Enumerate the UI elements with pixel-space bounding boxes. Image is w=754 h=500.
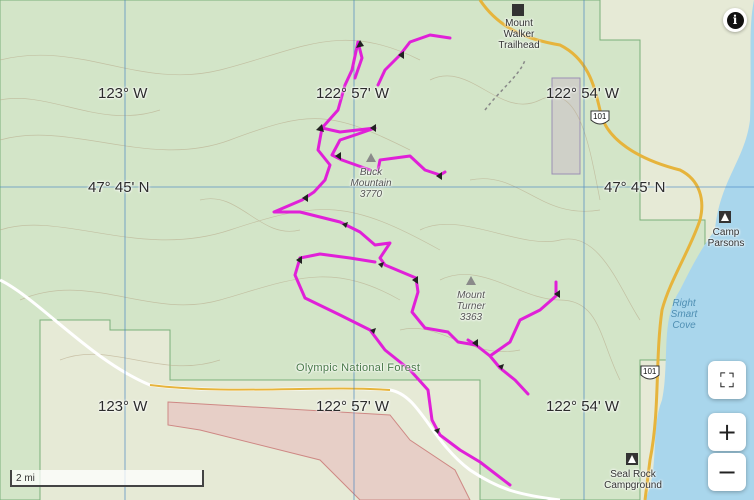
lon-label-123-bottom: 123° W [98, 398, 148, 415]
mount-walker-trailhead-label: Mount Walker Trailhead [494, 18, 544, 51]
buck-line2: Mountain [350, 178, 392, 189]
highway-101-top-label: 101 [593, 112, 607, 121]
camp-line1: Camp [712, 227, 740, 238]
topographic-map[interactable] [0, 0, 754, 500]
lat-label-right: 47° 45' N [604, 179, 666, 196]
trailhead-line2: Walker [503, 29, 535, 40]
fullscreen-button[interactable]: ⛶ [708, 361, 746, 399]
turner-line1: Mount [457, 290, 485, 301]
trailhead-line1: Mount [505, 18, 533, 29]
info-icon: i [726, 11, 744, 29]
cove-line2: Smart [670, 309, 698, 320]
info-button[interactable]: i [723, 8, 747, 32]
lon-label-12254-top: 122° 54' W [546, 85, 620, 102]
zoom-out-button[interactable]: − [708, 453, 746, 491]
turner-elevation: 3363 [459, 312, 483, 323]
seal-line2: Campground [604, 480, 662, 491]
cove-line1: Right [672, 298, 696, 309]
seal-rock-campground-label: Seal Rock Campground [598, 469, 668, 491]
camp-line2: Parsons [707, 238, 745, 249]
camp-parsons-label: Camp Parsons [704, 227, 748, 249]
trailhead-line3: Trailhead [498, 40, 540, 51]
seal-line1: Seal Rock [610, 469, 656, 480]
scale-label: 2 mi [16, 473, 35, 484]
fullscreen-icon: ⛶ [720, 368, 734, 392]
olympic-national-forest-label: Olympic National Forest [296, 362, 421, 374]
mount-turner-label: Mount Turner 3363 [446, 290, 496, 323]
trailhead-icon [512, 4, 524, 16]
lon-label-12254-bottom: 122° 54' W [546, 398, 620, 415]
highway-101-bottom-label: 101 [643, 367, 657, 376]
plus-icon: + [716, 418, 738, 446]
buck-line1: Buck [359, 167, 383, 178]
minus-icon: − [716, 458, 738, 486]
buck-mountain-label: Buck Mountain 3770 [346, 167, 396, 200]
turner-line2: Turner [456, 301, 486, 312]
scale-bar: 2 mi [10, 470, 204, 487]
lon-label-12257-bottom: 122° 57' W [316, 398, 390, 415]
lat-label-left: 47° 45' N [88, 179, 150, 196]
zoom-in-button[interactable]: + [708, 413, 746, 451]
lon-label-123-top: 123° W [98, 85, 148, 102]
right-smart-cove-label: Right Smart Cove [662, 298, 706, 331]
buck-elevation: 3770 [359, 189, 383, 200]
lon-label-12257-top: 122° 57' W [316, 85, 390, 102]
cove-line3: Cove [672, 320, 696, 331]
